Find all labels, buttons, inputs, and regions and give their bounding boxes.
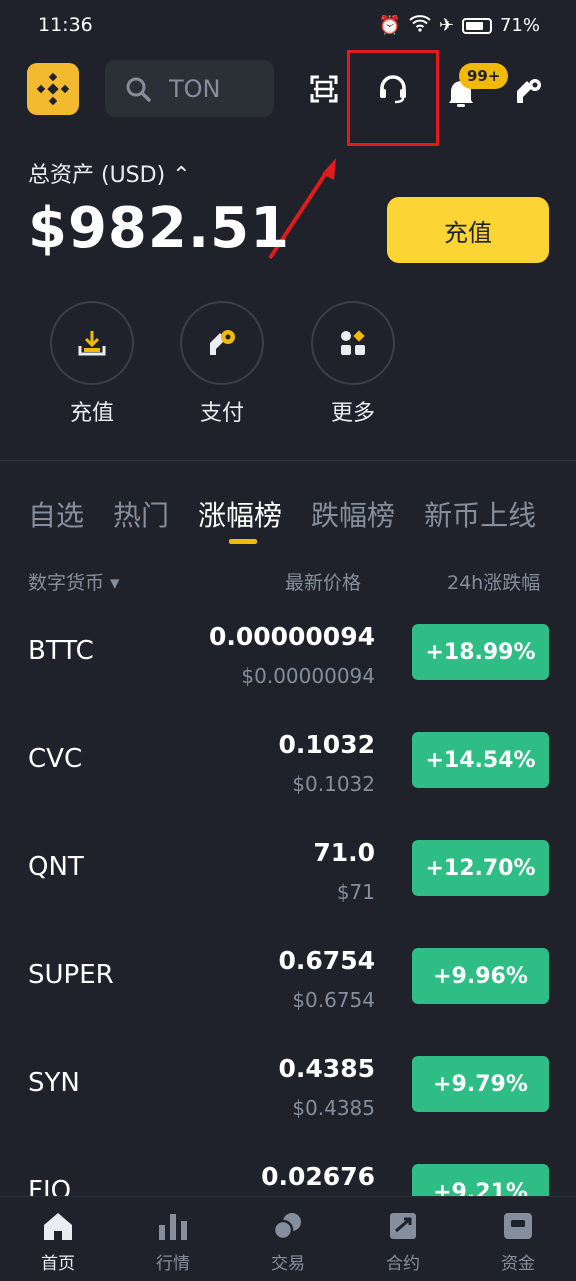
markets-icon — [156, 1209, 190, 1243]
coin-name: QNT — [28, 852, 84, 882]
nav-home[interactable]: 首页 — [18, 1209, 98, 1274]
status-time: 11:36 — [38, 14, 93, 36]
coin-usd-price: $0.4385 — [292, 1096, 375, 1120]
coin-name: BTTC — [28, 636, 94, 666]
coin-usd-price: $0.00000094 — [241, 664, 375, 688]
coin-price: 0.1032 — [278, 730, 375, 759]
notification-badge: 99+ — [459, 63, 509, 89]
quick-action-more[interactable]: 更多 — [311, 301, 395, 427]
quick-action-label: 充值 — [69, 401, 114, 426]
nav-label: 交易 — [271, 1254, 305, 1274]
more-icon — [311, 301, 395, 385]
deposit-icon — [50, 301, 134, 385]
change-badge[interactable]: +18.99% — [412, 624, 549, 680]
wifi-icon — [409, 14, 431, 37]
binance-logo-icon — [36, 72, 70, 106]
app-logo[interactable] — [27, 63, 79, 115]
change-badge[interactable]: +9.21% — [412, 1164, 549, 1196]
section-divider — [0, 460, 576, 461]
change-badge[interactable]: +14.54% — [412, 732, 549, 788]
search-bar[interactable] — [105, 60, 274, 117]
coin-usd-price: $71 — [336, 880, 375, 904]
market-tabs: 自选 热门 涨幅榜 跌幅榜 新币上线 — [28, 494, 536, 534]
table-row[interactable]: BTTC 0.00000094 $0.00000094 +18.99% — [0, 620, 576, 690]
battery-percent: 71% — [499, 15, 540, 36]
pay-link-icon[interactable] — [509, 71, 549, 111]
highlight-box — [347, 50, 439, 146]
coin-price: 0.6754 — [278, 946, 375, 975]
column-header-change[interactable]: 24h涨跌幅 — [447, 568, 540, 595]
battery-icon — [461, 17, 492, 34]
coin-usd-price: $0.6754 — [292, 988, 375, 1012]
table-row[interactable]: SUPER 0.6754 $0.6754 +9.96% — [0, 944, 576, 1014]
total-assets-label[interactable]: 总资产 (USD) ⌃ — [28, 157, 191, 189]
nav-label: 合约 — [386, 1254, 420, 1274]
table-row[interactable]: SYN 0.4385 $0.4385 +9.79% — [0, 1052, 576, 1122]
coin-name: FIO — [28, 1176, 72, 1196]
quick-action-deposit[interactable]: 充值 — [50, 301, 134, 427]
status-bar: 11:36 ⏰ ✈ 71% — [0, 0, 576, 52]
trade-icon — [271, 1209, 305, 1243]
coin-usd-price: $0.1032 — [292, 772, 375, 796]
nav-label: 行情 — [156, 1254, 190, 1274]
tab-gainers[interactable]: 涨幅榜 — [198, 494, 282, 534]
pay-icon — [180, 301, 264, 385]
coin-price: 0.4385 — [278, 1054, 375, 1083]
nav-trade[interactable]: 交易 — [248, 1209, 328, 1274]
active-tab-indicator — [229, 539, 257, 544]
bottom-nav: 首页 行情 交易 合约 资金 — [0, 1196, 576, 1281]
nav-label: 首页 — [41, 1254, 75, 1274]
nav-label: 资金 — [501, 1254, 535, 1274]
scan-icon[interactable] — [304, 69, 344, 109]
quick-action-pay[interactable]: 支付 — [180, 301, 264, 427]
coin-name: SYN — [28, 1068, 80, 1098]
column-header-coin[interactable]: 数字货币 ▾ — [28, 568, 120, 595]
futures-icon — [386, 1209, 420, 1243]
column-header-price[interactable]: 最新价格 — [285, 568, 361, 595]
nav-wallet[interactable]: 资金 — [478, 1209, 558, 1274]
home-icon — [41, 1209, 75, 1243]
change-badge[interactable]: +9.96% — [412, 948, 549, 1004]
coin-price: 71.0 — [313, 838, 375, 867]
coin-price: 0.02676 — [261, 1162, 375, 1191]
change-badge[interactable]: +12.70% — [412, 840, 549, 896]
tab-favorites[interactable]: 自选 — [28, 494, 84, 534]
table-row[interactable]: CVC 0.1032 $0.1032 +14.54% — [0, 728, 576, 798]
alarm-icon: ⏰ — [378, 15, 401, 36]
search-input[interactable] — [169, 74, 269, 103]
coin-name: CVC — [28, 744, 83, 774]
total-assets-value: $982.51 — [28, 196, 291, 261]
deposit-button[interactable]: 充值 — [387, 197, 549, 263]
quick-action-label: 更多 — [330, 401, 375, 426]
change-badge[interactable]: +9.79% — [412, 1056, 549, 1112]
search-icon — [126, 77, 151, 102]
coin-name: SUPER — [28, 960, 114, 990]
airplane-icon: ✈ — [438, 15, 454, 36]
nav-futures[interactable]: 合约 — [363, 1209, 443, 1274]
tab-new-listings[interactable]: 新币上线 — [424, 494, 536, 534]
wallet-icon — [501, 1209, 535, 1243]
nav-markets[interactable]: 行情 — [133, 1209, 213, 1274]
tab-losers[interactable]: 跌幅榜 — [311, 494, 395, 534]
table-row[interactable]: FIO 0.02676 +9.21% — [0, 1160, 576, 1196]
status-icons: ⏰ ✈ 71% — [378, 14, 540, 37]
quick-action-label: 支付 — [199, 401, 244, 426]
table-row[interactable]: QNT 71.0 $71 +12.70% — [0, 836, 576, 906]
coin-price: 0.00000094 — [208, 622, 375, 651]
tab-hot[interactable]: 热门 — [113, 494, 169, 534]
